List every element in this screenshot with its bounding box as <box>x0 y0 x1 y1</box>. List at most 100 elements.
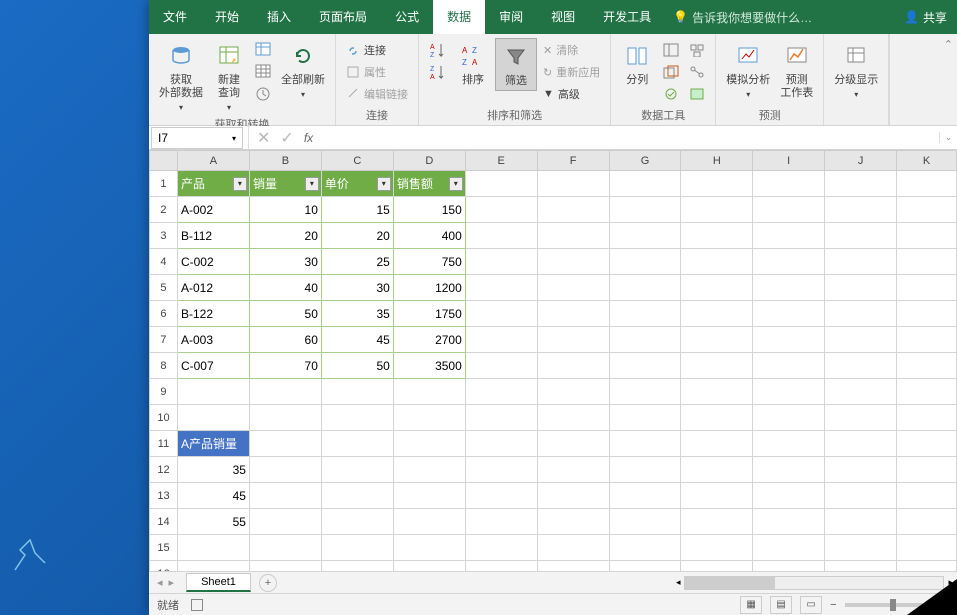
cell-C7[interactable]: 45 <box>321 327 393 353</box>
cell-D6[interactable]: 1750 <box>393 301 465 327</box>
tab-formulas[interactable]: 公式 <box>381 0 433 34</box>
cell-H16[interactable] <box>681 561 753 572</box>
cell-F11[interactable] <box>537 431 609 457</box>
spreadsheet-grid[interactable]: ABCDEFGHIJK1产品▾销量▾单价▾销售额▾2A-00210151503B… <box>149 150 957 571</box>
cell-A7[interactable]: A-003 <box>177 327 249 353</box>
row-header-15[interactable]: 15 <box>150 535 178 561</box>
cell-B4[interactable]: 30 <box>249 249 321 275</box>
cell-I14[interactable] <box>753 509 825 535</box>
cell-G9[interactable] <box>609 379 681 405</box>
cell-F15[interactable] <box>537 535 609 561</box>
cell-C12[interactable] <box>321 457 393 483</box>
cell-B10[interactable] <box>249 405 321 431</box>
cell-F12[interactable] <box>537 457 609 483</box>
cell-A3[interactable]: B-112 <box>177 223 249 249</box>
cell-C3[interactable]: 20 <box>321 223 393 249</box>
column-header-D[interactable]: D <box>393 151 465 171</box>
cell-D9[interactable] <box>393 379 465 405</box>
collapse-ribbon-icon[interactable]: ⌃ <box>944 38 953 51</box>
cell-B12[interactable] <box>249 457 321 483</box>
cell-I11[interactable] <box>753 431 825 457</box>
cell-A13[interactable]: 45 <box>177 483 249 509</box>
row-header-3[interactable]: 3 <box>150 223 178 249</box>
cell-D2[interactable]: 150 <box>393 197 465 223</box>
cell-H11[interactable] <box>681 431 753 457</box>
cell-I7[interactable] <box>753 327 825 353</box>
cell-I10[interactable] <box>753 405 825 431</box>
cell-A15[interactable] <box>177 535 249 561</box>
scroll-left-icon[interactable]: ◂ <box>676 577 681 588</box>
row-header-7[interactable]: 7 <box>150 327 178 353</box>
cell-G16[interactable] <box>609 561 681 572</box>
cell-B3[interactable]: 20 <box>249 223 321 249</box>
row-header-2[interactable]: 2 <box>150 197 178 223</box>
cell-A11[interactable]: A产品销量 <box>177 431 249 457</box>
cell-G10[interactable] <box>609 405 681 431</box>
cell-F7[interactable] <box>537 327 609 353</box>
cell-J2[interactable] <box>825 197 897 223</box>
cell-G1[interactable] <box>609 171 681 197</box>
cell-A5[interactable]: A-012 <box>177 275 249 301</box>
row-header-9[interactable]: 9 <box>150 379 178 405</box>
row-header-10[interactable]: 10 <box>150 405 178 431</box>
cell-J8[interactable] <box>825 353 897 379</box>
share-button[interactable]: 👤 共享 <box>904 9 947 26</box>
cell-F8[interactable] <box>537 353 609 379</box>
cell-D7[interactable]: 2700 <box>393 327 465 353</box>
cell-H9[interactable] <box>681 379 753 405</box>
column-header-A[interactable]: A <box>177 151 249 171</box>
sheet-tab-sheet1[interactable]: Sheet1 <box>186 573 251 592</box>
cell-D11[interactable] <box>393 431 465 457</box>
row-header-1[interactable]: 1 <box>150 171 178 197</box>
column-header-C[interactable]: C <box>321 151 393 171</box>
cell-G7[interactable] <box>609 327 681 353</box>
name-box[interactable]: I7 ▾ <box>151 127 243 149</box>
cell-H13[interactable] <box>681 483 753 509</box>
cell-I8[interactable] <box>753 353 825 379</box>
cell-G5[interactable] <box>609 275 681 301</box>
cell-F5[interactable] <box>537 275 609 301</box>
cell-G2[interactable] <box>609 197 681 223</box>
cell-E11[interactable] <box>465 431 537 457</box>
cell-C13[interactable] <box>321 483 393 509</box>
cell-D15[interactable] <box>393 535 465 561</box>
row-header-6[interactable]: 6 <box>150 301 178 327</box>
cell-I6[interactable] <box>753 301 825 327</box>
cell-C8[interactable]: 50 <box>321 353 393 379</box>
cell-E12[interactable] <box>465 457 537 483</box>
cell-K15[interactable] <box>897 535 957 561</box>
column-header-F[interactable]: F <box>537 151 609 171</box>
cell-J6[interactable] <box>825 301 897 327</box>
macro-record-icon[interactable] <box>191 599 203 611</box>
cell-C2[interactable]: 15 <box>321 197 393 223</box>
cell-B5[interactable]: 40 <box>249 275 321 301</box>
text-to-columns-button[interactable]: 分列 <box>617 38 657 89</box>
tab-review[interactable]: 审阅 <box>485 0 537 34</box>
cell-C16[interactable] <box>321 561 393 572</box>
tab-home[interactable]: 开始 <box>201 0 253 34</box>
cell-J12[interactable] <box>825 457 897 483</box>
column-header-G[interactable]: G <box>609 151 681 171</box>
cell-C11[interactable] <box>321 431 393 457</box>
cell-I16[interactable] <box>753 561 825 572</box>
cell-K12[interactable] <box>897 457 957 483</box>
cell-F13[interactable] <box>537 483 609 509</box>
cell-C1[interactable]: 单价▾ <box>321 171 393 197</box>
cell-B16[interactable] <box>249 561 321 572</box>
sort-desc-button[interactable]: ZA <box>425 62 451 82</box>
select-all-corner[interactable] <box>150 151 178 171</box>
cell-E5[interactable] <box>465 275 537 301</box>
column-header-B[interactable]: B <box>249 151 321 171</box>
cell-C10[interactable] <box>321 405 393 431</box>
cell-H10[interactable] <box>681 405 753 431</box>
whatif-button[interactable]: 模拟分析 ▾ <box>722 38 774 101</box>
cell-A2[interactable]: A-002 <box>177 197 249 223</box>
cell-C15[interactable] <box>321 535 393 561</box>
tab-data[interactable]: 数据 <box>433 0 485 34</box>
column-header-I[interactable]: I <box>753 151 825 171</box>
cell-K11[interactable] <box>897 431 957 457</box>
cell-B7[interactable]: 60 <box>249 327 321 353</box>
cell-F16[interactable] <box>537 561 609 572</box>
cell-K8[interactable] <box>897 353 957 379</box>
cell-H14[interactable] <box>681 509 753 535</box>
